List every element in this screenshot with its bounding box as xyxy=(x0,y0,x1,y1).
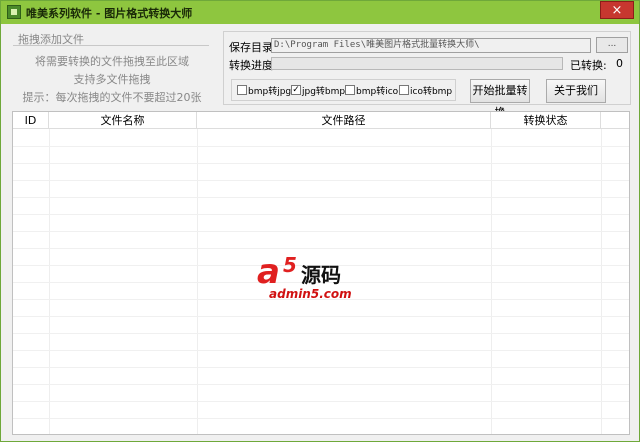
drop-zone-divider xyxy=(13,45,209,46)
row-line xyxy=(13,384,629,385)
option-bmp-to-ico-label[interactable]: bmp转ico xyxy=(356,84,398,97)
watermark-digit: 5 xyxy=(283,253,297,277)
row-line xyxy=(13,163,629,164)
column-header-id[interactable]: ID xyxy=(13,112,49,129)
drop-hint-3: 提示：每次拖拽的文件不要超过20张 xyxy=(22,91,202,104)
row-line xyxy=(13,401,629,402)
row-line xyxy=(13,418,629,419)
option-jpg-to-bmp-checkbox[interactable]: ✓ xyxy=(291,85,301,95)
file-table[interactable]: ID 文件名称 文件路径 转换状态 a 5 源码 admin5.com xyxy=(12,111,630,435)
app-icon xyxy=(7,5,21,19)
row-line xyxy=(13,248,629,249)
row-line xyxy=(13,180,629,181)
row-line xyxy=(13,350,629,351)
row-line xyxy=(13,146,629,147)
drop-hint-1: 将需要转换的文件拖拽至此区域 xyxy=(35,55,189,68)
option-bmp-to-ico-checkbox[interactable] xyxy=(345,85,355,95)
row-line xyxy=(13,197,629,198)
close-button[interactable]: × xyxy=(600,1,634,19)
option-ico-to-bmp-checkbox[interactable] xyxy=(399,85,409,95)
watermark-url: admin5.com xyxy=(269,287,352,301)
row-line xyxy=(13,316,629,317)
watermark-letter: a xyxy=(257,252,280,292)
about-us-button[interactable]: 关于我们 xyxy=(546,79,606,103)
save-dir-label: 保存目录: xyxy=(229,41,277,54)
window-title: 唯美系列软件 - 图片格式转换大师 xyxy=(26,7,193,20)
progress-label: 转换进度: xyxy=(229,59,277,72)
column-header-file-path[interactable]: 文件路径 xyxy=(197,112,491,129)
column-header-file-name[interactable]: 文件名称 xyxy=(49,112,197,129)
format-options: bmp转jpg ✓ jpg转bmp bmp转ico ico转bmp xyxy=(231,79,456,101)
app-window: 唯美系列软件 - 图片格式转换大师 × 拖拽添加文件 将需要转换的文件拖拽至此区… xyxy=(0,0,640,442)
progress-bar xyxy=(271,57,563,70)
column-header-filler xyxy=(601,112,629,129)
row-line xyxy=(13,333,629,334)
converted-count: 0 xyxy=(616,57,623,70)
option-ico-to-bmp-label[interactable]: ico转bmp xyxy=(410,84,452,97)
row-line xyxy=(13,214,629,215)
row-line xyxy=(13,367,629,368)
row-line xyxy=(13,231,629,232)
watermark-name: 源码 xyxy=(301,263,341,287)
browse-button[interactable]: ... xyxy=(596,37,628,53)
option-bmp-to-jpg-checkbox[interactable] xyxy=(237,85,247,95)
save-path-input[interactable]: D:\Program Files\唯美图片格式批量转换大师\ xyxy=(271,38,591,53)
drop-zone[interactable]: 拖拽添加文件 将需要转换的文件拖拽至此区域 支持多文件拖拽 提示：每次拖拽的文件… xyxy=(13,31,211,104)
column-header-status[interactable]: 转换状态 xyxy=(491,112,601,129)
option-bmp-to-jpg-label[interactable]: bmp转jpg xyxy=(248,84,291,97)
title-bar[interactable]: 唯美系列软件 - 图片格式转换大师 × xyxy=(1,1,639,24)
drop-hint-2: 支持多文件拖拽 xyxy=(73,73,151,86)
option-jpg-to-bmp-label[interactable]: jpg转bmp xyxy=(302,84,345,97)
settings-panel: 保存目录: D:\Program Files\唯美图片格式批量转换大师\ ...… xyxy=(223,31,631,119)
start-batch-button[interactable]: 开始批量转换 xyxy=(470,79,530,119)
converted-label: 已转换: xyxy=(570,59,607,72)
watermark-logo: a 5 源码 admin5.com xyxy=(257,252,377,305)
